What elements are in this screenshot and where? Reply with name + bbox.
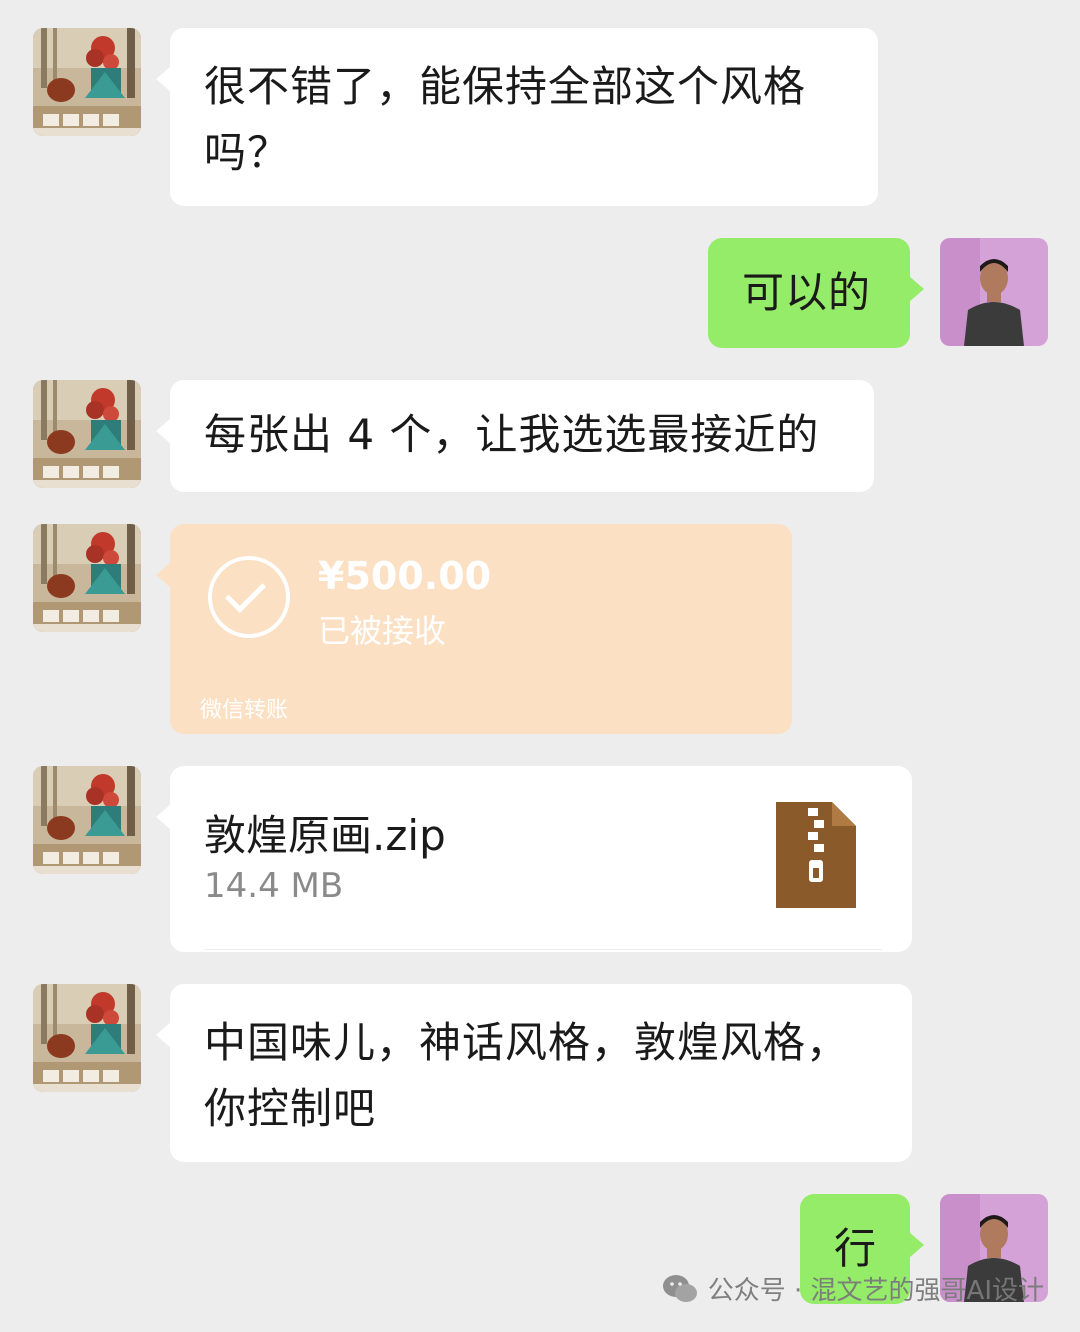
self-avatar[interactable] xyxy=(940,238,1048,346)
transfer-amount: ¥500.00 xyxy=(318,554,492,598)
contact-avatar[interactable] xyxy=(33,524,141,632)
file-name: 敦煌原画.zip xyxy=(204,811,446,860)
check-icon xyxy=(208,556,290,638)
message-text-line: 你控制吧 xyxy=(204,1084,377,1133)
message-text: 可以的 xyxy=(742,268,872,317)
zip-file-icon xyxy=(776,802,856,912)
contact-avatar[interactable] xyxy=(33,766,141,874)
transfer-status: 已被接收 xyxy=(318,612,447,650)
file-size: 14.4 MB xyxy=(204,866,344,906)
message-text: 每张出 4 个，让我选选最接近的 xyxy=(204,410,820,459)
message-bubble-self[interactable]: 可以的 xyxy=(708,238,924,348)
message-text-line: 很不错了，能保持全部这个风格 xyxy=(204,62,807,111)
message-text-line: 中国味儿，神话风格，敦煌风格， xyxy=(204,1018,850,1067)
transfer-label: 微信转账 xyxy=(200,698,289,723)
watermark-text: 公众号 · 混文艺的强哥AI设计 xyxy=(707,1276,1044,1306)
contact-avatar[interactable] xyxy=(33,28,141,136)
message-bubble[interactable]: 很不错了，能保持全部这个风格 吗？ xyxy=(156,28,878,206)
transfer-card[interactable]: ¥500.00 已被接收 微信转账 xyxy=(156,524,792,734)
file-card[interactable]: 敦煌原画.zip 14.4 MB xyxy=(156,766,912,952)
message-text-line: 吗？ xyxy=(204,128,291,177)
watermark: 公众号 · 混文艺的强哥AI设计 xyxy=(662,1270,1044,1307)
message-bubble[interactable]: 每张出 4 个，让我选选最接近的 xyxy=(156,380,874,492)
contact-avatar[interactable] xyxy=(33,984,141,1092)
divider xyxy=(204,949,882,950)
wechat-icon xyxy=(662,1274,698,1304)
message-bubble[interactable]: 中国味儿，神话风格，敦煌风格， 你控制吧 xyxy=(156,984,912,1162)
contact-avatar[interactable] xyxy=(33,380,141,488)
